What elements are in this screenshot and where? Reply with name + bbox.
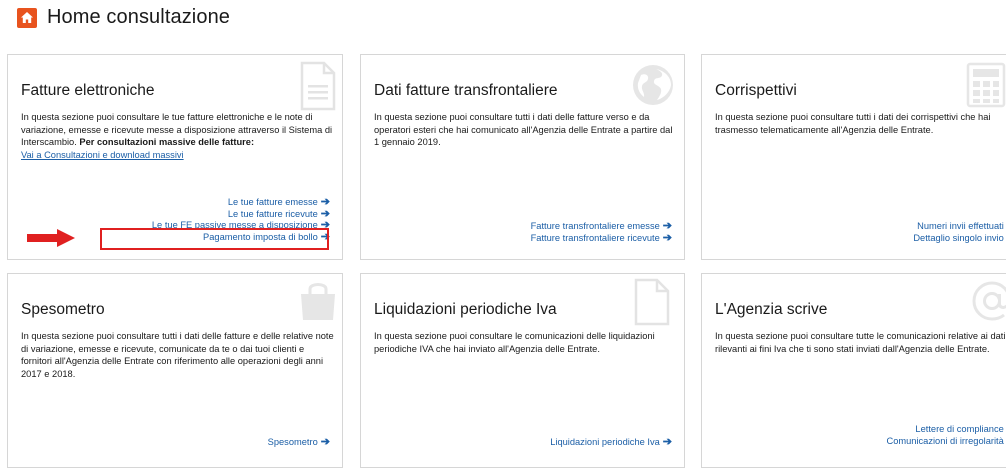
description-text: In questa sezione puoi consultare tutti … <box>715 112 991 135</box>
link-label: Lettere di compliance <box>915 424 1004 434</box>
link-label: Le tue fatture ricevute <box>227 208 318 219</box>
at-sign-icon <box>972 281 1006 321</box>
link-transfrontaliere-emesse[interactable]: Fatture transfrontaliere emesse ➔ <box>531 221 672 233</box>
card-description: In questa sezione puoi consultare tutti … <box>374 111 674 149</box>
link-label: Fatture transfrontaliere emesse <box>530 221 660 231</box>
link-spesometro[interactable]: Spesometro ➔ <box>268 437 330 449</box>
link-lettere-compliance[interactable]: Lettere di compliance➔ <box>886 424 1006 436</box>
arrow-right-icon: ➔ <box>320 207 330 220</box>
card-title: Dati fatture transfrontaliere <box>374 82 558 99</box>
description-bold-text: Per consultazioni massive delle fatture: <box>79 137 255 148</box>
home-icon[interactable] <box>17 7 37 28</box>
shopping-bag-icon <box>301 283 335 320</box>
card-title: Liquidazioni periodiche Iva <box>374 301 557 318</box>
globe-icon <box>633 65 673 105</box>
card-dati-fatture-transfrontaliere: Dati fatture transfrontaliere In questa … <box>360 54 685 260</box>
link-label: Dettaglio singolo invio <box>913 232 1004 243</box>
card-title: Fatture elettroniche <box>21 82 155 99</box>
red-arrow-icon <box>27 229 75 247</box>
link-label: Comunicazioni di irregolarità <box>886 435 1004 446</box>
card-liquidazioni-periodiche-iva: Liquidazioni periodiche Iva In questa se… <box>360 273 685 468</box>
link-transfrontaliere-ricevute[interactable]: Fatture transfrontaliere ricevute ➔ <box>530 231 672 245</box>
arrow-right-icon: ➔ <box>662 436 672 448</box>
link-fatture-ricevute[interactable]: Le tue fatture ricevute ➔ <box>152 207 330 221</box>
link-dettaglio-singolo-invio[interactable]: Dettaglio singolo invio➔ <box>913 233 1006 245</box>
card-description: In questa sezione puoi consultare tutte … <box>715 330 1006 355</box>
card-title: L'Agenzia scrive <box>715 301 828 318</box>
card-links: Liquidazioni periodiche Iva ➔ <box>550 437 672 449</box>
description-text: In questa sezione puoi consultare tutte … <box>715 331 1006 354</box>
card-title: Spesometro <box>21 301 105 318</box>
link-comunicazioni-irregolarita[interactable]: Comunicazioni di irregolarità➔ <box>886 436 1006 448</box>
arrow-right-icon: ➔ <box>662 231 672 244</box>
link-label: Spesometro <box>267 437 318 447</box>
description-text: In questa sezione puoi consultare tutti … <box>21 331 334 379</box>
card-links: Spesometro ➔ <box>268 437 330 449</box>
link-label: Fatture transfrontaliere ricevute <box>530 232 660 243</box>
arrow-right-icon: ➔ <box>662 220 672 232</box>
page-title: Home consultazione <box>47 6 231 28</box>
card-description: In questa sezione puoi consultare le tue… <box>21 111 336 161</box>
blank-document-icon <box>634 278 670 326</box>
consultazioni-massive-link[interactable]: Vai a Consultazioni e download massivi <box>21 150 184 160</box>
card-title: Corrispettivi <box>715 82 797 99</box>
card-description: In questa sezione puoi consultare tutti … <box>21 330 336 380</box>
card-links: Numeri invii effettuati➔ Dettaglio singo… <box>913 221 1006 244</box>
highlight-box <box>100 228 329 250</box>
card-description: In questa sezione puoi consultare le com… <box>374 330 674 355</box>
link-fatture-emesse[interactable]: Le tue fatture emesse ➔ <box>152 197 330 209</box>
arrow-right-icon: ➔ <box>320 196 330 208</box>
description-text: In questa sezione puoi consultare tutti … <box>374 112 673 148</box>
description-text: In questa sezione puoi consultare le com… <box>374 331 655 354</box>
document-icon <box>300 61 336 111</box>
link-liquidazioni-periodiche-iva[interactable]: Liquidazioni periodiche Iva ➔ <box>550 437 672 449</box>
card-corrispettivi: Corrispettivi In questa sezione puoi con… <box>701 54 1006 260</box>
card-description: In questa sezione puoi consultare tutti … <box>715 111 1006 136</box>
card-links: Lettere di compliance➔ Comunicazioni di … <box>886 424 1006 447</box>
card-links: Fatture transfrontaliere emesse ➔ Fatture… <box>531 221 672 244</box>
arrow-right-icon: ➔ <box>320 436 330 448</box>
link-numeri-invii[interactable]: Numeri invii effettuati➔ <box>913 221 1006 233</box>
link-label: Le tue fatture emesse <box>227 197 318 207</box>
card-agenzia-scrive: L'Agenzia scrive In questa sezione puoi … <box>701 273 1006 468</box>
link-label: Numeri invii effettuati <box>917 221 1004 231</box>
card-spesometro: Spesometro In questa sezione puoi consul… <box>7 273 343 468</box>
link-label: Liquidazioni periodiche Iva <box>550 437 660 447</box>
page-header: Home consultazione <box>17 6 230 29</box>
calculator-icon <box>966 62 1006 108</box>
